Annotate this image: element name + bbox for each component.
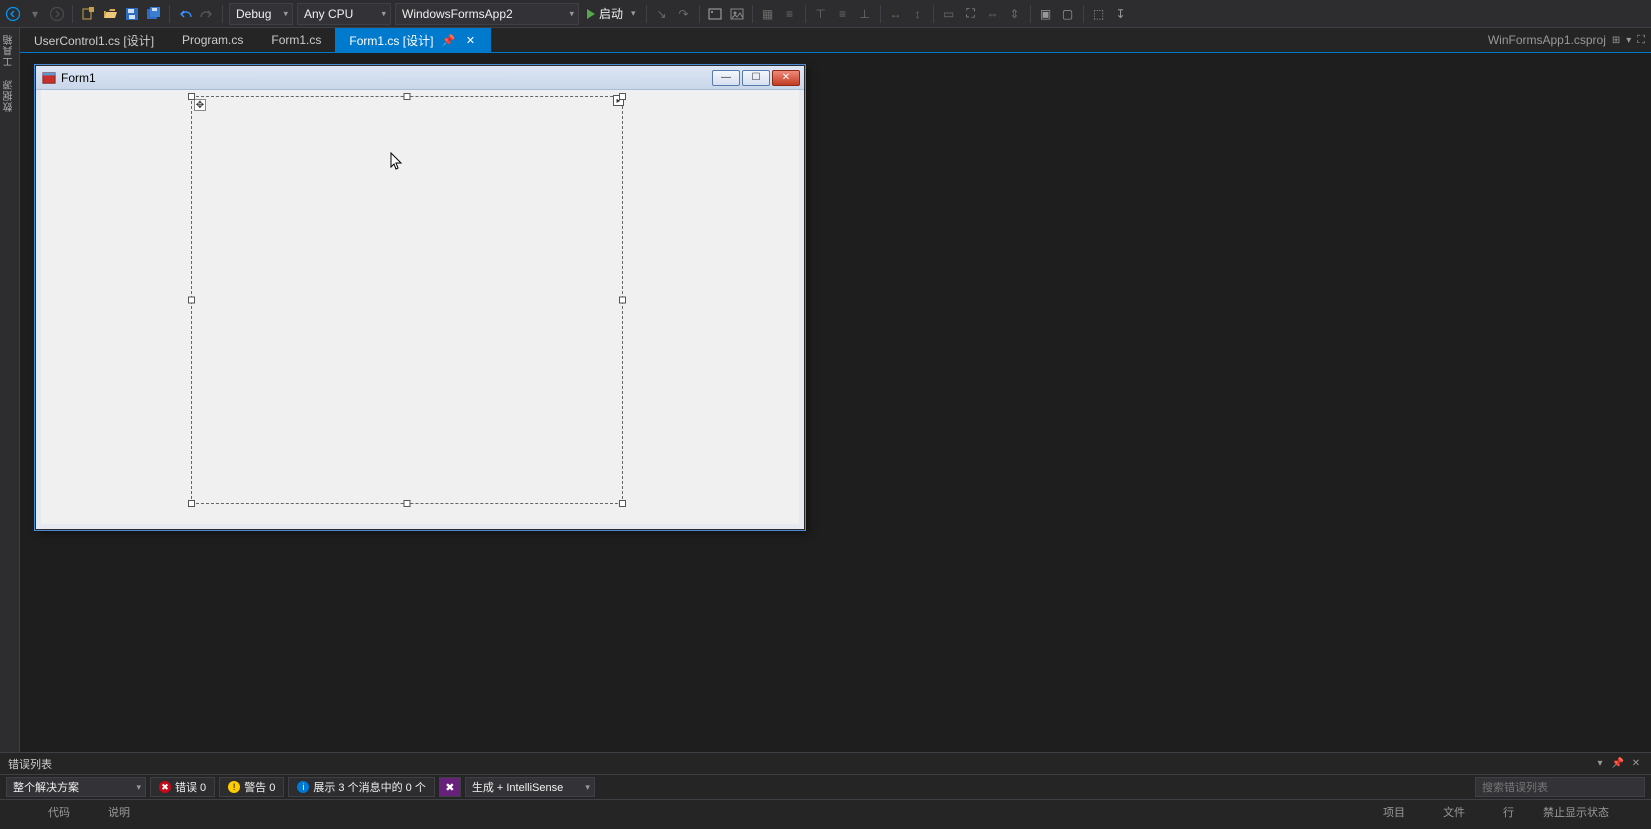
resize-handle-tl[interactable] xyxy=(188,93,195,100)
redo-button[interactable] xyxy=(196,2,218,26)
warnings-filter[interactable]: ! 警告 0 xyxy=(219,777,284,797)
col-desc[interactable]: 说明 xyxy=(108,804,188,820)
designer-surface[interactable]: Form1 — ☐ ✕ ✥ ▸ xyxy=(20,53,1651,752)
form-title: Form1 xyxy=(61,71,96,85)
error-list-panel: 错误列表 ▾ 📌 ✕ 整个解决方案 ✖ 错误 0 ! 警告 0 i 展示 3 个… xyxy=(0,752,1651,829)
panel-options-icon[interactable]: ▾ xyxy=(1593,758,1607,769)
panel-pin-icon[interactable]: 📌 xyxy=(1611,758,1625,769)
save-all-button[interactable] xyxy=(143,2,165,26)
platform-value: Any CPU xyxy=(304,7,353,21)
toolbox-tab[interactable]: 工具箱 xyxy=(0,28,19,73)
align-left-icon[interactable]: ≡ xyxy=(779,2,801,26)
col-suppress[interactable]: 禁止显示状态 xyxy=(1543,804,1643,820)
main-toolbar: ▾ Debug Any CPU WindowsFormsApp2 启动 ▾ ↘ … xyxy=(0,0,1651,28)
start-debug-button[interactable]: 启动 ▾ xyxy=(581,2,642,26)
make-same-icon[interactable]: ▭ xyxy=(938,2,960,26)
startup-project-value: WindowsFormsApp2 xyxy=(402,7,513,21)
send-back-icon[interactable]: ▢ xyxy=(1057,2,1079,26)
maximize-button[interactable]: ☐ xyxy=(742,70,770,86)
datasources-tab[interactable]: 数据源 xyxy=(0,73,19,118)
error-list-title: 错误列表 xyxy=(8,756,52,772)
fullscreen-icon[interactable]: ⛶ xyxy=(960,2,982,26)
nav-history-button[interactable] xyxy=(46,2,68,26)
left-tool-strip: 工具箱 数据源 xyxy=(0,28,20,829)
sizing-icon[interactable]: ↧ xyxy=(1110,2,1132,26)
col-project[interactable]: 项目 xyxy=(1383,804,1443,820)
resize-handle-bc[interactable] xyxy=(404,500,411,507)
build-config-value: Debug xyxy=(236,7,271,21)
close-icon[interactable]: ✕ xyxy=(463,33,477,47)
tab-usercontrol1-design[interactable]: UserControl1.cs [设计] xyxy=(20,28,168,52)
tabs-chevron-icon[interactable]: ▾ xyxy=(1626,35,1631,46)
vspace-equal-icon[interactable]: ↕ xyxy=(907,2,929,26)
form-titlebar: Form1 — ☐ ✕ xyxy=(36,66,804,90)
open-button[interactable] xyxy=(99,2,121,26)
form-client-area[interactable]: ✥ ▸ xyxy=(41,90,799,524)
resize-handle-br[interactable] xyxy=(619,500,626,507)
center-h-icon[interactable]: ⇔ xyxy=(982,2,1004,26)
form-icon xyxy=(42,71,56,85)
warning-icon: ! xyxy=(228,781,240,793)
align-bottom-icon[interactable]: ⊥ xyxy=(854,2,876,26)
error-list-body: 代码 说明 项目 文件 行 禁止显示状态 xyxy=(0,800,1651,829)
hspace-equal-icon[interactable]: ↔ xyxy=(885,2,907,26)
col-line[interactable]: 行 xyxy=(1503,804,1543,820)
align-grid-icon[interactable]: ▦ xyxy=(757,2,779,26)
col-file[interactable]: 文件 xyxy=(1443,804,1503,820)
clear-filters-button[interactable]: ✖ xyxy=(439,777,461,797)
play-icon xyxy=(587,9,595,19)
minimize-button[interactable]: — xyxy=(712,70,740,86)
tab-program-cs[interactable]: Program.cs xyxy=(168,28,257,52)
image-button[interactable] xyxy=(726,2,748,26)
info-icon: i xyxy=(297,781,309,793)
resize-handle-mr[interactable] xyxy=(619,297,626,304)
startup-project-dropdown[interactable]: WindowsFormsApp2 xyxy=(395,3,579,25)
document-tab-bar: UserControl1.cs [设计] Program.cs Form1.cs… xyxy=(20,28,1651,53)
browse-button[interactable] xyxy=(704,2,726,26)
undo-button[interactable] xyxy=(174,2,196,26)
project-file-label[interactable]: WinFormsApp1.csproj xyxy=(1488,33,1606,47)
scope-dropdown[interactable]: 整个解决方案 xyxy=(6,777,146,797)
start-label: 启动 xyxy=(599,5,623,22)
align-top-icon[interactable]: ⊤ xyxy=(810,2,832,26)
error-search-input[interactable]: 搜索错误列表 xyxy=(1475,777,1645,797)
nav-forward-button[interactable]: ▾ xyxy=(24,2,46,26)
resize-handle-tr[interactable] xyxy=(619,93,626,100)
mode-dropdown[interactable]: 生成 + IntelliSense xyxy=(465,777,595,797)
align-middle-icon[interactable]: ≡ xyxy=(832,2,854,26)
col-code[interactable]: 代码 xyxy=(48,804,108,820)
tab-form1-design[interactable]: Form1.cs [设计] 📌 ✕ xyxy=(335,28,491,52)
resize-handle-tc[interactable] xyxy=(404,93,411,100)
selected-usercontrol[interactable]: ✥ ▸ xyxy=(191,96,623,504)
tab-order-icon[interactable]: ⬚ xyxy=(1088,2,1110,26)
winform-preview[interactable]: Form1 — ☐ ✕ ✥ ▸ xyxy=(35,65,805,530)
resize-handle-ml[interactable] xyxy=(188,297,195,304)
step-into-button[interactable]: ↘ xyxy=(651,2,673,26)
bring-front-icon[interactable]: ▣ xyxy=(1035,2,1057,26)
center-v-icon[interactable]: ⇕ xyxy=(1004,2,1026,26)
maximize-panel-icon[interactable]: ⛶ xyxy=(1637,34,1645,47)
tabs-dropdown-icon[interactable]: ⊞ xyxy=(1612,35,1620,46)
new-item-button[interactable] xyxy=(77,2,99,26)
errors-filter[interactable]: ✖ 错误 0 xyxy=(150,777,215,797)
step-over-button[interactable]: ↷ xyxy=(673,2,695,26)
window-close-button[interactable]: ✕ xyxy=(772,70,800,86)
messages-filter[interactable]: i 展示 3 个消息中的 0 个 xyxy=(288,777,434,797)
error-icon: ✖ xyxy=(159,781,171,793)
nav-back-button[interactable] xyxy=(2,2,24,26)
platform-dropdown[interactable]: Any CPU xyxy=(297,3,391,25)
move-icon[interactable]: ✥ xyxy=(194,99,206,111)
pin-icon[interactable]: 📌 xyxy=(441,33,455,47)
resize-handle-bl[interactable] xyxy=(188,500,195,507)
save-button[interactable] xyxy=(121,2,143,26)
panel-close-icon[interactable]: ✕ xyxy=(1629,758,1643,769)
build-config-dropdown[interactable]: Debug xyxy=(229,3,293,25)
tab-form1-cs[interactable]: Form1.cs xyxy=(257,28,335,52)
